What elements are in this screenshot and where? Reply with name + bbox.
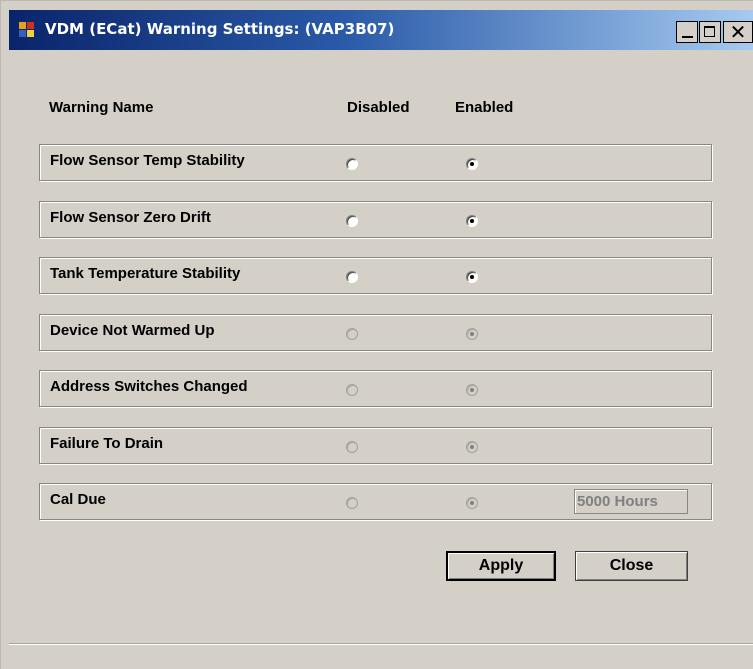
window-title: VDM (ECat) Warning Settings: (VAP3B07) <box>45 20 395 38</box>
warning-row: Tank Temperature Stability <box>39 257 712 294</box>
warning-name-label: Address Switches Changed <box>50 378 248 395</box>
warning-name-label: Cal Due <box>50 491 106 508</box>
apply-button[interactable]: Apply <box>446 551 556 581</box>
radio-selected-dot <box>470 162 474 166</box>
status-divider <box>9 643 753 645</box>
radio-selected-dot <box>470 219 474 223</box>
warning-settings-window: VDM (ECat) Warning Settings: (VAP3B07) ✕… <box>0 0 753 669</box>
warning-row: Cal Due 5000 Hours <box>39 483 712 520</box>
warning-row: Device Not Warmed Up <box>39 314 712 351</box>
app-window-icon <box>19 22 35 38</box>
radio-selected-dot <box>470 445 474 449</box>
warning-row: Address Switches Changed <box>39 370 712 407</box>
title-bar[interactable]: VDM (ECat) Warning Settings: (VAP3B07) ✕ <box>9 10 753 50</box>
radio-selected-dot <box>470 332 474 336</box>
radio-selected-dot <box>470 275 474 279</box>
enabled-radio[interactable] <box>466 215 478 227</box>
warning-name-label: Tank Temperature Stability <box>50 265 241 282</box>
disabled-radio <box>346 328 358 340</box>
disabled-radio <box>346 384 358 396</box>
enabled-radio[interactable] <box>466 271 478 283</box>
disabled-radio[interactable] <box>346 271 358 283</box>
enabled-radio <box>466 384 478 396</box>
warning-name-label: Device Not Warmed Up <box>50 322 215 339</box>
warning-name-label: Flow Sensor Zero Drift <box>50 209 211 226</box>
enabled-radio <box>466 441 478 453</box>
close-window-button[interactable]: ✕ <box>723 20 753 44</box>
radio-selected-dot <box>470 388 474 392</box>
warning-name-label: Flow Sensor Temp Stability <box>50 152 245 169</box>
enabled-radio[interactable] <box>466 158 478 170</box>
disabled-radio <box>346 497 358 509</box>
warning-row: Failure To Drain <box>39 427 712 464</box>
enabled-radio <box>466 497 478 509</box>
header-disabled: Disabled <box>347 99 410 116</box>
maximize-icon <box>704 26 715 37</box>
minimize-icon <box>682 36 693 38</box>
close-button[interactable]: Close <box>575 551 688 581</box>
minimize-button[interactable] <box>676 21 698 43</box>
cal-due-hours-field: 5000 Hours <box>574 489 688 514</box>
disabled-radio <box>346 441 358 453</box>
disabled-radio[interactable] <box>346 215 358 227</box>
warning-row: Flow Sensor Zero Drift <box>39 201 712 238</box>
disabled-radio[interactable] <box>346 158 358 170</box>
header-warning-name: Warning Name <box>49 99 154 116</box>
header-enabled: Enabled <box>455 99 514 116</box>
close-icon: ✕ <box>729 20 747 44</box>
maximize-button[interactable] <box>699 21 721 43</box>
radio-selected-dot <box>470 501 474 505</box>
enabled-radio <box>466 328 478 340</box>
warning-row: Flow Sensor Temp Stability <box>39 144 712 181</box>
warning-name-label: Failure To Drain <box>50 435 164 452</box>
